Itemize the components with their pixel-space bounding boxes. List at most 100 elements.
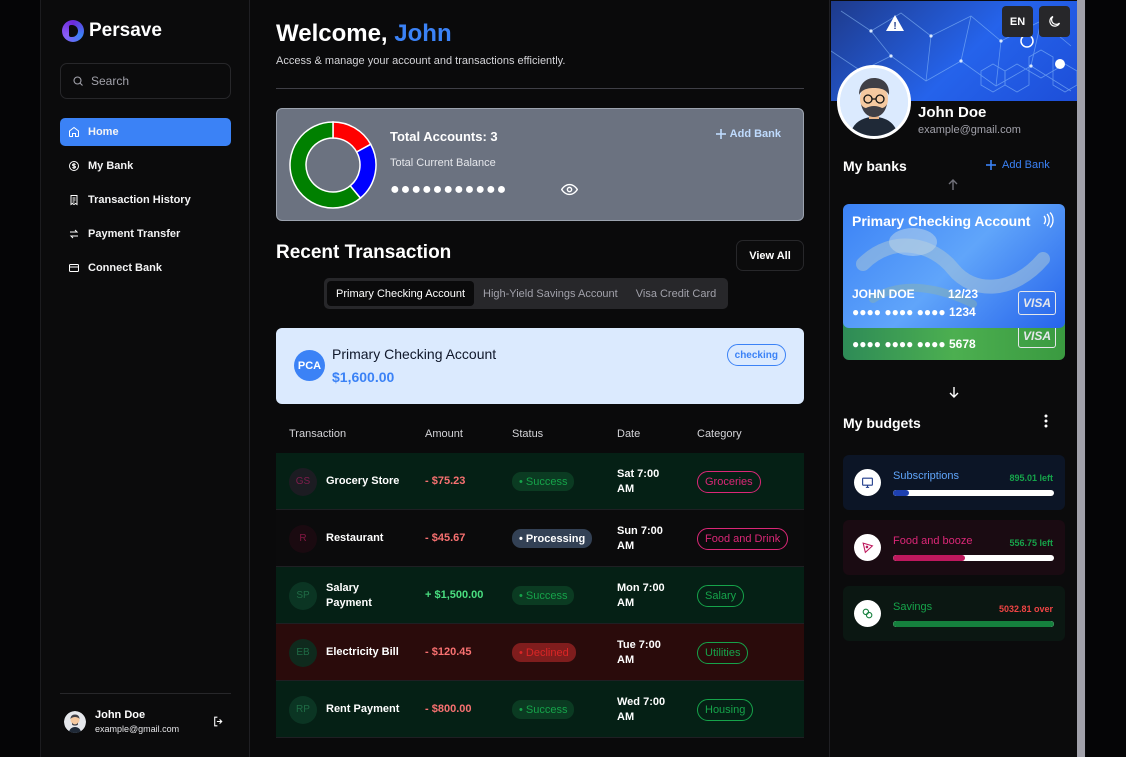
category-badge: Housing (697, 698, 754, 721)
table-row[interactable]: R Restaurant - $45.67 • Processing Sun 7:00 … (276, 510, 804, 567)
cell-category: Groceries (697, 453, 761, 510)
card-number: ●●●● ●●●● ●●●● 1234 (852, 305, 976, 319)
home-icon (69, 126, 79, 137)
recent-transactions-title: Recent Transaction (276, 242, 452, 263)
cell-status: • Success (512, 567, 575, 624)
tab-visa-credit-card[interactable]: Visa Credit Card (627, 281, 726, 306)
status-badge: • Processing (512, 529, 593, 548)
cell-date: Wed 7:00 AM (617, 681, 677, 738)
budget-name: Food and booze (893, 535, 973, 547)
greeting-text: Welcome, (276, 20, 388, 47)
budget-item-subscriptions[interactable]: Subscriptions 895.01 left (843, 455, 1065, 510)
gear-icon (1055, 59, 1065, 69)
arrow-down-icon (949, 387, 959, 398)
page-scrollbar-thumb[interactable] (1077, 0, 1085, 757)
masked-balance: ●●●●●●●●●●● (390, 181, 508, 198)
card-icon (69, 264, 79, 272)
budget-progress-bar (893, 621, 1054, 627)
card-expiry: 12/23 (948, 287, 979, 301)
status-badge: • Declined (512, 643, 576, 662)
page-subtitle: Access & manage your account and transac… (276, 55, 566, 67)
sidebar-item-transaction-history[interactable]: Transaction History (60, 186, 231, 214)
budget-progress-fill (893, 555, 966, 561)
plus-icon (715, 129, 726, 139)
cell-amount: - $75.23 (425, 453, 500, 510)
add-bank-button-right[interactable]: Add Bank (986, 159, 1050, 171)
category-badge: Groceries (697, 470, 761, 493)
my-banks-title: My banks (843, 158, 907, 174)
sidebar-item-home[interactable]: Home (60, 118, 231, 146)
cell-category: Salary (697, 567, 745, 624)
budget-progress-fill (893, 621, 1054, 627)
card-holder: JOHN DOE (852, 287, 915, 301)
add-bank-button[interactable]: Add Bank (715, 128, 781, 140)
cell-status: • Success (512, 681, 575, 738)
column-header-date: Date (617, 428, 641, 440)
table-row[interactable]: RP Rent Payment - $800.00 • Success Wed 7:00… (276, 681, 804, 738)
theme-toggle-button[interactable] (1039, 6, 1070, 37)
app-name: Persave (89, 20, 162, 41)
scroll-down-button[interactable] (944, 382, 964, 402)
sidebar-item-payment-transfer[interactable]: Payment Transfer (60, 220, 231, 248)
total-balance-label: Total Current Balance (390, 157, 496, 169)
search-input[interactable] (91, 74, 211, 88)
sidebar-item-label: Home (88, 126, 119, 138)
language-button[interactable]: EN (1002, 6, 1033, 37)
logout-icon[interactable] (212, 715, 225, 728)
cell-status: • Success (512, 453, 575, 510)
tab-primary-checking[interactable]: Primary Checking Account (327, 281, 474, 306)
cell-date: Sat 7:00 AM (617, 453, 677, 510)
arrow-up-icon[interactable] (948, 179, 958, 191)
transaction-amount: - $120.45 (425, 646, 472, 658)
pizza-icon (862, 542, 874, 554)
user-footer: John Doe example@gmail.com (60, 693, 231, 734)
column-header-category: Category (697, 428, 742, 440)
table-row[interactable]: EB Electricity Bill - $120.45 • Declined Tue… (276, 624, 804, 681)
cell-initials: EB (289, 624, 317, 681)
transaction-avatar: R (289, 524, 317, 553)
monitor-icon (862, 477, 873, 488)
transaction-amount: + $1,500.00 (425, 589, 484, 601)
more-options-icon[interactable] (1044, 414, 1048, 428)
transaction-amount: - $75.23 (425, 475, 466, 487)
app-logo[interactable]: Persave (62, 20, 162, 42)
profile-avatar[interactable] (837, 65, 911, 139)
sidebar-item-label: Transaction History (88, 194, 191, 206)
search-icon (73, 76, 83, 86)
transaction-amount: - $800.00 (425, 703, 472, 715)
status-badge: • Success (512, 700, 575, 719)
account-name: Primary Checking Account (332, 346, 497, 362)
cell-initials: RP (289, 681, 317, 738)
view-all-button[interactable]: View All (736, 240, 804, 271)
table-row[interactable]: SP Salary Payment + $1,500.00 • Success Mon … (276, 567, 804, 624)
budget-item-savings[interactable]: Savings 5032.81 over (843, 586, 1065, 641)
avatar[interactable] (64, 710, 86, 733)
sidebar-item-label: Payment Transfer (88, 228, 181, 240)
tab-high-yield-savings[interactable]: High-Yield Savings Account (474, 281, 627, 306)
logo-icon (62, 20, 84, 42)
visa-logo: VISA (1018, 291, 1056, 315)
transactions-table: GS Grocery Store - $75.23 • Success Sat 7:00… (276, 453, 804, 738)
cell-transaction: Restaurant (326, 510, 406, 567)
transaction-date: Mon 7:00 AM (617, 581, 665, 609)
contactless-icon (1043, 212, 1054, 228)
category-badge: Food and Drink (697, 527, 789, 550)
sidebar-item-my-bank[interactable]: My Bank (60, 152, 231, 180)
table-row[interactable]: GS Grocery Store - $75.23 • Success Sat 7:00… (276, 453, 804, 510)
cell-date: Mon 7:00 AM (617, 567, 677, 624)
search-box[interactable] (60, 63, 231, 99)
budget-icon-wrap (854, 534, 881, 561)
add-bank-label: Add Bank (729, 128, 781, 140)
account-avatar: PCA (294, 350, 325, 381)
eye-icon[interactable] (561, 183, 578, 196)
budget-item-food-and-booze[interactable]: Food and booze 556.75 left (843, 520, 1065, 575)
dollar-circle-icon (69, 161, 79, 171)
sidebar-item-connect-bank[interactable]: Connect Bank (60, 254, 231, 282)
transaction-name: Salary Payment (326, 581, 372, 609)
transaction-date: Tue 7:00 AM (617, 638, 661, 666)
transaction-avatar: EB (289, 638, 317, 667)
cell-amount: - $800.00 (425, 681, 500, 738)
svg-text:!: ! (893, 21, 896, 32)
bank-card-primary[interactable]: Primary Checking Account JOHN DOE 12/23 … (843, 204, 1065, 328)
divider (276, 88, 804, 89)
